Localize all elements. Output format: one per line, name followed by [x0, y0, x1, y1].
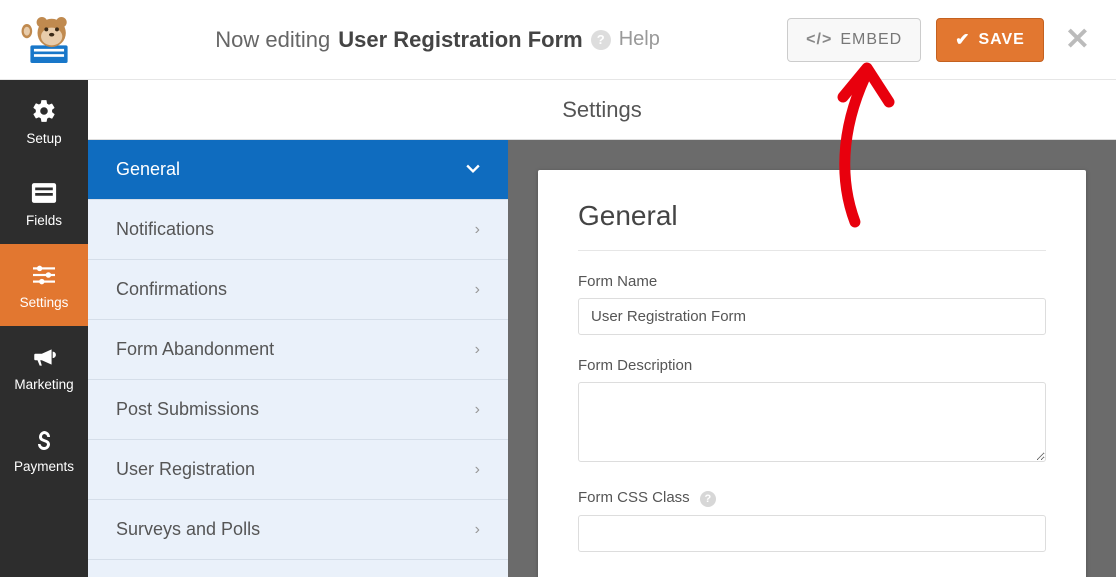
settings-list[interactable]: General Notifications › Confirmations › [88, 140, 508, 577]
sidebar-item-label: Marketing [14, 377, 73, 392]
settings-item-confirmations[interactable]: Confirmations › [88, 260, 508, 320]
help-link[interactable]: Help [619, 28, 660, 51]
gear-icon [30, 97, 58, 125]
help-tooltip-icon[interactable]: ? [700, 491, 716, 507]
editing-label: Now editing [215, 27, 330, 53]
preview-pane: General Form Name Form Description Form … [508, 140, 1116, 577]
sidebar-item-label: Setup [26, 131, 61, 146]
sliders-icon [30, 261, 58, 289]
form-row-form-css-class: Form CSS Class ? [578, 489, 1046, 552]
settings-item-post-submissions[interactable]: Post Submissions › [88, 380, 508, 440]
settings-item-notifications[interactable]: Notifications › [88, 200, 508, 260]
chevron-right-icon: › [475, 281, 480, 299]
sidebar-item-setup[interactable]: Setup [0, 80, 88, 162]
chevron-right-icon: › [475, 221, 480, 239]
form-css-class-label: Form CSS Class ? [578, 489, 1046, 507]
icon-sidebar: Setup Fields Settings [0, 80, 88, 577]
app-logo [10, 10, 88, 70]
settings-item-form-abandonment[interactable]: Form Abandonment › [88, 320, 508, 380]
form-title: User Registration Form [338, 27, 583, 53]
form-css-class-label-text: Form CSS Class [578, 489, 690, 506]
form-css-class-input[interactable] [578, 515, 1046, 552]
settings-item-general[interactable]: General [88, 140, 508, 200]
form-row-form-description: Form Description [578, 357, 1046, 467]
form-name-input[interactable] [578, 298, 1046, 335]
sidebar-item-label: Fields [26, 213, 62, 228]
chevron-right-icon: › [475, 461, 480, 479]
embed-button-label: EMBED [840, 31, 902, 49]
preview-card: General Form Name Form Description Form … [538, 170, 1086, 577]
form-description-input[interactable] [578, 382, 1046, 462]
dollar-icon [30, 425, 58, 453]
section-header: Settings [88, 80, 1116, 140]
settings-item-surveys-and-polls[interactable]: Surveys and Polls › [88, 500, 508, 560]
sidebar-item-settings[interactable]: Settings [0, 244, 88, 326]
sidebar-item-label: Payments [14, 459, 74, 474]
sidebar-item-marketing[interactable]: Marketing [0, 326, 88, 408]
topbar: Now editing User Registration Form ? Hel… [0, 0, 1116, 80]
form-name-label: Form Name [578, 273, 1046, 290]
sidebar-item-fields[interactable]: Fields [0, 162, 88, 244]
check-icon: ✔ [955, 30, 970, 50]
chevron-down-icon [466, 161, 480, 179]
topbar-actions: </> EMBED ✔ SAVE ✕ [787, 18, 1096, 62]
settings-item-label: Confirmations [116, 279, 227, 300]
panel-heading: General [578, 200, 1046, 251]
chevron-right-icon: › [475, 521, 480, 539]
settings-item-label: Notifications [116, 219, 214, 240]
code-icon: </> [806, 31, 832, 49]
chevron-right-icon: › [475, 341, 480, 359]
save-button[interactable]: ✔ SAVE [936, 18, 1044, 62]
settings-item-user-registration[interactable]: User Registration › [88, 440, 508, 500]
settings-item-label: Post Submissions [116, 399, 259, 420]
form-description-label: Form Description [578, 357, 1046, 374]
settings-item-label: User Registration [116, 459, 255, 480]
embed-button[interactable]: </> EMBED [787, 18, 921, 62]
settings-item-label: Surveys and Polls [116, 519, 260, 540]
settings-item-label: General [116, 159, 180, 180]
form-row-form-name: Form Name [578, 273, 1046, 335]
settings-item-label: Form Abandonment [116, 339, 274, 360]
sidebar-item-payments[interactable]: Payments [0, 408, 88, 490]
chevron-right-icon: › [475, 401, 480, 419]
sidebar-item-label: Settings [20, 295, 69, 310]
close-button[interactable]: ✕ [1059, 22, 1096, 57]
help-tooltip-icon[interactable]: ? [591, 30, 611, 50]
save-button-label: SAVE [978, 31, 1024, 49]
bullhorn-icon [30, 343, 58, 371]
editing-title: Now editing User Registration Form ? Hel… [88, 27, 787, 53]
list-icon [30, 179, 58, 207]
